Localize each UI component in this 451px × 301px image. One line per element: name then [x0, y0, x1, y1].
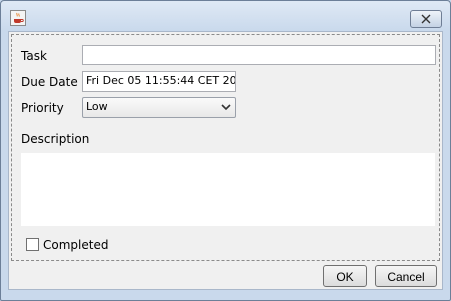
priority-label: Priority — [21, 101, 64, 115]
priority-select[interactable]: Low — [82, 97, 236, 118]
chevron-down-icon — [221, 104, 231, 111]
completed-label[interactable]: Completed — [43, 238, 108, 252]
dialog-content: Task Due Date Fri Dec 05 11:55:44 CET 20… — [8, 31, 443, 290]
due-date-label: Due Date — [21, 75, 78, 89]
ok-button[interactable]: OK — [323, 265, 367, 287]
task-input[interactable] — [82, 45, 436, 65]
title-bar[interactable] — [1, 1, 450, 31]
priority-value: Low — [86, 100, 108, 113]
completed-checkbox[interactable] — [26, 238, 39, 251]
close-button[interactable] — [410, 10, 442, 28]
java-cup-icon — [10, 10, 26, 26]
task-label: Task — [21, 49, 47, 63]
dialog-window: Task Due Date Fri Dec 05 11:55:44 CET 20… — [0, 0, 451, 301]
description-textarea[interactable] — [21, 153, 435, 226]
due-date-input[interactable]: Fri Dec 05 11:55:44 CET 2014 — [82, 71, 236, 92]
form-panel: Task Due Date Fri Dec 05 11:55:44 CET 20… — [11, 34, 440, 261]
description-label: Description — [21, 132, 90, 146]
cancel-button[interactable]: Cancel — [375, 265, 437, 287]
close-icon — [421, 14, 431, 24]
